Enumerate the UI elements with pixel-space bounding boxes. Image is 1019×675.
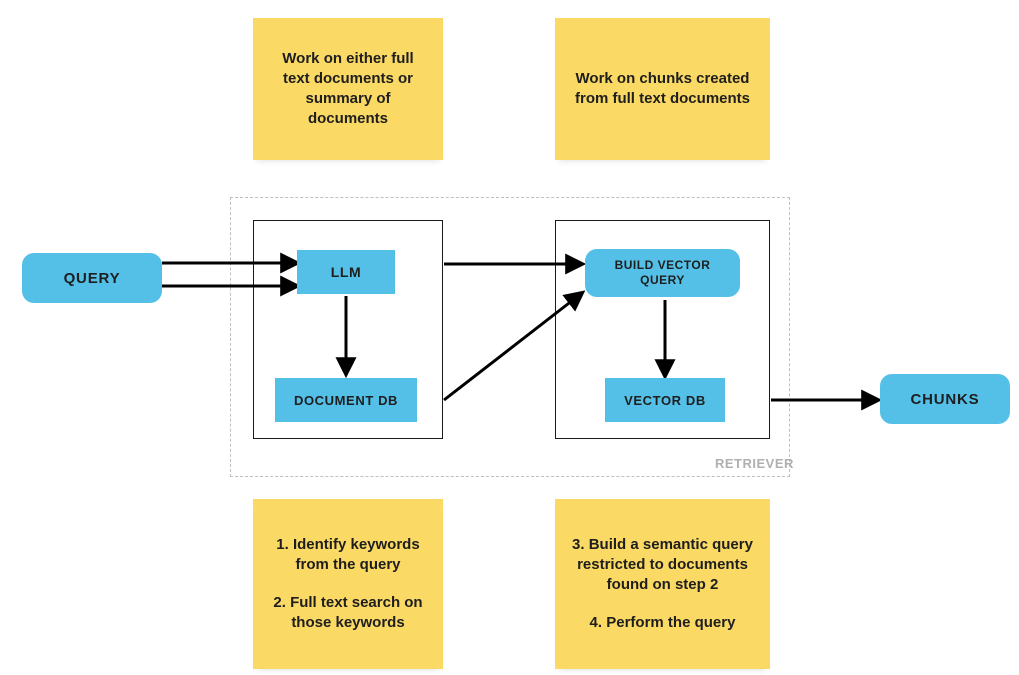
sticky-bottom-left-step1: 1. Identify keywords from the query — [267, 535, 429, 576]
sticky-top-right: Work on chunks created from full text do… — [555, 18, 770, 160]
node-vector-db: VECTOR DB — [605, 378, 725, 422]
node-document-db: DOCUMENT DB — [275, 378, 417, 422]
node-document-db-label: DOCUMENT DB — [294, 393, 398, 408]
sticky-bottom-left: 1. Identify keywords from the query 2. F… — [253, 499, 443, 669]
node-llm: LLM — [297, 250, 395, 294]
diagram-canvas: RETRIEVER QUERY LLM DOCUMENT DB — [0, 0, 1019, 675]
sticky-top-left-text: Work on either full text documents or su… — [267, 49, 429, 130]
node-vector-db-label: VECTOR DB — [624, 393, 706, 408]
sticky-bottom-right-step4: 4. Perform the query — [590, 613, 736, 633]
node-query-label: QUERY — [64, 270, 121, 287]
sticky-bottom-left-step2: 2. Full text search on those keywords — [267, 593, 429, 634]
node-llm-label: LLM — [331, 264, 362, 280]
node-chunks-label: CHUNKS — [911, 391, 980, 408]
node-build-vector-query: BUILD VECTOR QUERY — [585, 249, 740, 297]
node-query: QUERY — [22, 253, 162, 303]
retriever-label: RETRIEVER — [715, 456, 794, 471]
sticky-top-right-text: Work on chunks created from full text do… — [569, 69, 756, 110]
sticky-bottom-right: 3. Build a semantic query restricted to … — [555, 499, 770, 669]
node-build-vector-query-label: BUILD VECTOR QUERY — [591, 258, 734, 288]
node-chunks: CHUNKS — [880, 374, 1010, 424]
sticky-top-left: Work on either full text documents or su… — [253, 18, 443, 160]
sticky-bottom-right-step3: 3. Build a semantic query restricted to … — [569, 535, 756, 596]
